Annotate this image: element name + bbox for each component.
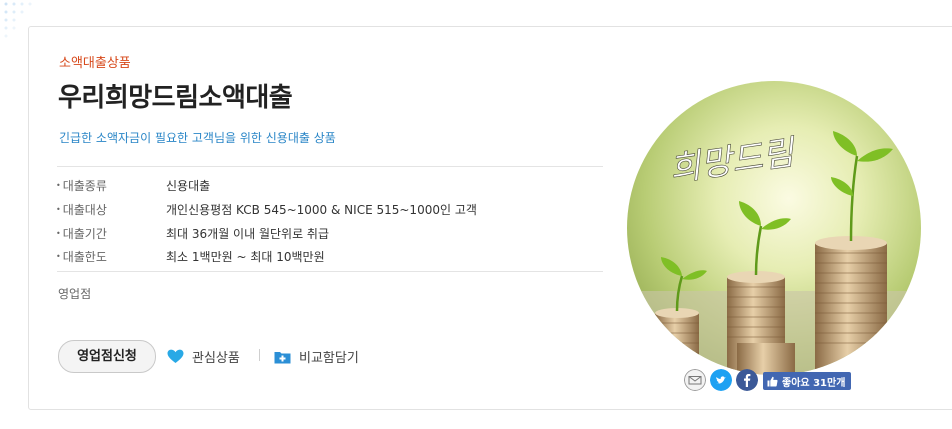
like-count-label: 좋아요 31만개: [782, 377, 846, 389]
detail-value: 최대 36개월 이내 월단위로 취급: [166, 227, 330, 241]
mail-icon[interactable]: [684, 369, 706, 391]
detail-value: 신용대출: [166, 179, 211, 193]
folder-plus-icon: [274, 351, 291, 363]
thumbs-up-icon: [767, 376, 778, 386]
favorite-label: 관심상품: [192, 351, 240, 366]
twitter-icon[interactable]: [710, 369, 732, 391]
facebook-like-button[interactable]: 좋아요 31만개: [763, 372, 852, 390]
product-card: 소액대출상품 우리희망드림소액대출 긴급한 소액자금이 필요한 고객님을 위한 …: [28, 26, 952, 410]
detail-label: 대출종류: [56, 177, 107, 194]
detail-label: 대출대상: [56, 201, 107, 218]
divider: [57, 271, 603, 272]
detail-value: 최소 1백만원 ~ 최대 10백만원: [166, 250, 325, 264]
product-description: 긴급한 소액자금이 필요한 고객님을 위한 신용대출 상품: [59, 131, 336, 145]
facebook-icon[interactable]: [736, 369, 758, 391]
divider: [57, 166, 603, 167]
action-separator: [259, 349, 260, 361]
product-category: 소액대출상품: [59, 56, 131, 71]
compare-button[interactable]: 비교함담기: [274, 347, 359, 366]
favorite-button[interactable]: 관심상품: [167, 347, 240, 366]
branch-label: 영업점: [58, 287, 92, 301]
product-title: 우리희망드림소액대출: [58, 83, 293, 113]
compare-label: 비교함담기: [299, 351, 359, 366]
detail-label: 대출기간: [56, 225, 107, 242]
detail-label: 대출한도: [56, 248, 107, 265]
product-banner-image: 희망드림: [627, 81, 921, 375]
heart-icon: [167, 349, 184, 363]
detail-value: 개인신용평점 KCB 545~1000 & NICE 515~1000인 고객: [166, 203, 477, 217]
branch-apply-button[interactable]: 영업점신청: [58, 340, 156, 373]
